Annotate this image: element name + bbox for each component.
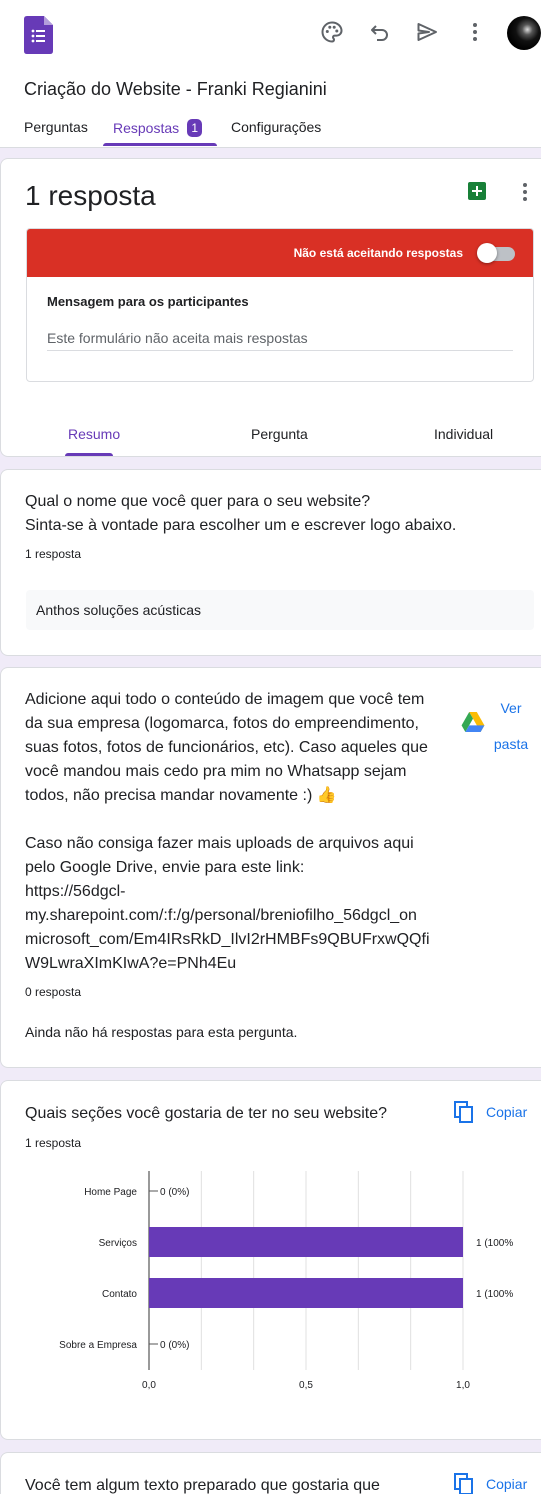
- tab-active-indicator: [103, 143, 217, 146]
- no-responses-text: Ainda não há respostas para esta pergunt…: [25, 1024, 298, 1040]
- avatar[interactable]: [507, 16, 541, 50]
- question-card: Adicione aqui todo o conteúdo de imagem …: [0, 667, 541, 1068]
- accepting-responses-label: Não está aceitando respostas: [293, 246, 463, 260]
- responses-count-title: 1 resposta: [25, 180, 156, 211]
- x-tick-label: 1,0: [456, 1380, 470, 1391]
- x-tick-label: 0,5: [299, 1380, 313, 1391]
- question-line: W9LwraXImKIwA?e=PNh4Eu: [25, 955, 237, 972]
- tab-label: Respostas: [113, 120, 180, 136]
- more-vert-icon[interactable]: [461, 18, 489, 46]
- responses-bar-chart: Home Page 0 (0%) Serviços 1 (100% Contato 1 (…: [59, 1171, 513, 1391]
- toggle-knob[interactable]: [477, 243, 497, 263]
- copy-label: Copiar: [486, 1476, 528, 1492]
- message-label: Mensagem para os participantes: [47, 294, 249, 309]
- question-line: [25, 808, 455, 832]
- question-card: Qual o nome que você quer para o seu web…: [0, 469, 541, 656]
- copy-chart-button[interactable]: Copiar: [454, 1473, 527, 1494]
- tab-label: Perguntas: [24, 119, 88, 135]
- google-drive-icon[interactable]: [461, 712, 485, 732]
- responses-summary-card: 1 resposta Não está aceitando respostas …: [0, 158, 541, 457]
- answer-row: Anthos soluções acústicas: [26, 590, 534, 630]
- response-count: 0 resposta: [25, 985, 82, 999]
- data-label: 1 (100%: [476, 1289, 513, 1300]
- copy-icon: [454, 1101, 473, 1123]
- view-folder-link[interactable]: Ver pasta: [487, 690, 535, 762]
- response-count: 1 resposta: [25, 1136, 82, 1150]
- tab-perguntas[interactable]: Perguntas: [24, 119, 88, 135]
- subtab-active-indicator: [65, 453, 113, 456]
- question-line: todos, não precisa mandar novamente :) 👍: [25, 787, 337, 804]
- category-label: Home Page: [84, 1187, 137, 1198]
- subtab-resumo[interactable]: Resumo: [68, 426, 120, 442]
- top-bar: Criação do Website - Franki Regianini Pe…: [0, 0, 541, 148]
- bar: [149, 1278, 463, 1308]
- answer-text: Anthos soluções acústicas: [36, 602, 201, 618]
- forms-icon[interactable]: [24, 16, 53, 54]
- question-title: Qual o nome que você quer para o seu web…: [25, 490, 456, 538]
- question-line: você mandou mais cedo pra mim no Whatsap…: [25, 763, 407, 780]
- tab-respostas[interactable]: Respostas 1: [113, 119, 203, 137]
- question-line: https://56dgcl-: [25, 883, 126, 900]
- question-line: Qual o nome que você quer para o seu web…: [25, 493, 371, 510]
- data-label: 0 (0%): [160, 1187, 189, 1198]
- question-card: Quais seções você gostaria de ter no seu…: [0, 1080, 541, 1440]
- question-line: microsoft_com/Em4IRsRkD_IlvI2rHMBFs9QBUF…: [25, 931, 430, 948]
- accepting-responses-banner: Não está aceitando respostas: [27, 229, 533, 277]
- question-title: Quais seções você gostaria de ter no seu…: [25, 1105, 387, 1122]
- question-line: suas fotos, fotos de funcionários, etc).…: [25, 739, 428, 756]
- question-line: Adicione aqui todo o conteúdo de imagem …: [25, 691, 425, 708]
- sheets-icon[interactable]: [468, 182, 486, 200]
- x-tick-label: 0,0: [142, 1380, 156, 1391]
- copy-icon: [454, 1473, 473, 1494]
- subtab-individual[interactable]: Individual: [434, 426, 493, 442]
- copy-chart-button[interactable]: Copiar: [454, 1101, 527, 1123]
- question-line: pelo Google Drive, envie para este link:: [25, 859, 305, 876]
- bar: [149, 1227, 463, 1257]
- message-input[interactable]: [47, 325, 513, 351]
- tab-label: Configurações: [231, 119, 322, 135]
- palette-icon[interactable]: [318, 18, 346, 46]
- question-title: Você tem algum texto preparado que gosta…: [25, 1477, 380, 1494]
- question-title: Adicione aqui todo o conteúdo de imagem …: [25, 688, 455, 976]
- question-line: Caso não consiga fazer mais uploads de a…: [25, 835, 414, 852]
- accepting-responses-box: Não está aceitando respostas Mensagem pa…: [26, 228, 534, 382]
- response-count: 1 resposta: [25, 547, 82, 561]
- more-vert-icon[interactable]: [523, 183, 527, 201]
- form-title: Criação do Website - Franki Regianini: [24, 79, 327, 99]
- send-icon[interactable]: [413, 18, 441, 46]
- data-label: 1 (100%: [476, 1238, 513, 1249]
- tab-configuracoes[interactable]: Configurações: [231, 119, 321, 135]
- category-label: Sobre a Empresa: [59, 1340, 137, 1351]
- undo-icon[interactable]: [366, 18, 394, 46]
- category-label: Serviços: [99, 1238, 137, 1249]
- response-count-badge: 1: [187, 119, 203, 137]
- question-card: Você tem algum texto preparado que gosta…: [0, 1452, 541, 1494]
- question-line: da sua empresa (logomarca, fotos do empr…: [25, 715, 419, 732]
- question-line: Sinta-se à vontade para escolher um e es…: [25, 517, 457, 534]
- copy-label: Copiar: [486, 1104, 528, 1120]
- subtab-pergunta[interactable]: Pergunta: [251, 426, 308, 442]
- category-label: Contato: [102, 1289, 137, 1300]
- data-label: 0 (0%): [160, 1340, 189, 1351]
- question-line: my.sharepoint.com/:f:/g/personal/breniof…: [25, 907, 417, 924]
